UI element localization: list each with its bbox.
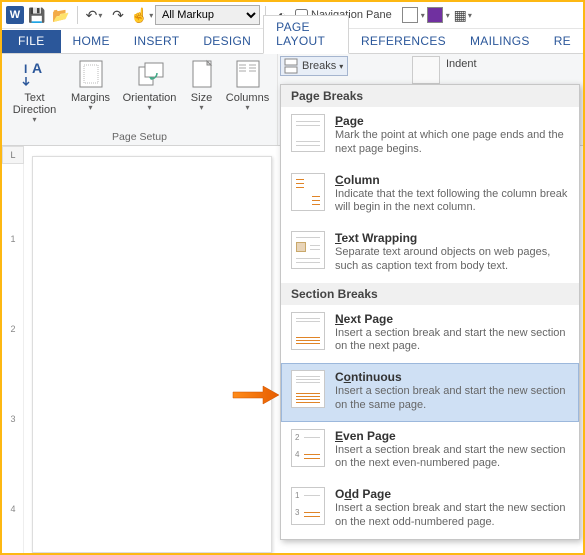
menu-section-page-breaks: Page Breaks [281,85,579,107]
menu-title: Next Page [335,312,569,326]
separator [77,6,78,24]
menu-title: Even Page [335,429,569,443]
menu-title: Column [335,173,569,187]
breaks-label: Breaks [302,60,336,72]
menu-desc: Separate text around objects on web page… [335,246,569,274]
ruler-mark: 1 [2,234,24,244]
menu-item-odd-page[interactable]: 13 Odd PageInsert a section break and st… [281,480,579,539]
size-button[interactable]: Size▾ [182,56,222,113]
vertical-ruler: 1 2 3 4 [2,164,24,553]
menu-item-even-page[interactable]: 24 Even PageInsert a section break and s… [281,422,579,481]
word-app-icon: W [6,6,24,24]
menu-section-section-breaks: Section Breaks [281,283,579,305]
document-page[interactable] [32,156,272,553]
group-page-setup-label: Page Setup [112,131,167,145]
touch-mode-icon[interactable]: ☝▾ [131,4,153,26]
menu-item-page[interactable]: PageMark the point at which one page end… [281,107,579,166]
menu-desc: Mark the point at which one page ends an… [335,129,569,157]
text-direction-icon: IA [19,58,51,90]
even-page-icon: 24 [291,429,325,467]
menu-desc: Insert a section break and start the new… [335,444,569,472]
save-icon[interactable]: 💾 [26,4,48,26]
tab-review-partial: RE [542,30,583,53]
tab-file[interactable]: FILE [2,30,61,53]
margins-button[interactable]: Margins▾ [64,56,118,113]
shading-swatch[interactable] [402,7,418,23]
text-wrapping-icon [291,231,325,269]
ruler-mark: 2 [2,324,24,334]
paragraph-icon [412,56,440,84]
borders-icon[interactable]: ▦▾ [452,4,474,26]
size-icon [186,58,218,90]
menu-title: Text Wrapping [335,231,569,245]
svg-text:A: A [32,60,42,76]
orientation-button[interactable]: Orientation▾ [120,56,180,113]
menu-item-next-page[interactable]: Next PageInsert a section break and star… [281,305,579,364]
tab-references[interactable]: REFERENCES [349,30,458,53]
word-window: W 💾 📂 ↶▾ ↷ ☝▾ All Markup ◐ Navigation Pa… [0,0,585,555]
menu-title: Page [335,114,569,128]
breaks-icon [283,58,299,74]
column-break-icon [291,173,325,211]
chevron-down-icon: ▾ [339,62,343,71]
page-break-icon [291,114,325,152]
markup-dropdown[interactable]: All Markup [155,5,260,25]
tab-page-layout[interactable]: PAGE LAYOUT [263,15,349,54]
tab-design[interactable]: DESIGN [191,30,263,53]
menu-item-continuous[interactable]: ContinuousInsert a section break and sta… [281,363,579,422]
text-direction-label: Text Direction [8,92,62,116]
columns-icon [232,58,264,90]
breaks-menu: Page Breaks PageMark the point at which … [280,84,580,540]
next-page-icon [291,312,325,350]
columns-button[interactable]: Columns▾ [224,56,272,113]
ruler-mark: 4 [2,504,24,514]
menu-title: Odd Page [335,487,569,501]
open-icon[interactable]: 📂 [50,4,72,26]
continuous-icon [291,370,325,408]
indent-group: Indent [412,54,477,84]
ribbon-tabs: FILE HOME INSERT DESIGN PAGE LAYOUT REFE… [2,29,583,54]
ruler-corner[interactable]: L [2,146,24,164]
menu-item-text-wrapping[interactable]: Text WrappingSeparate text around object… [281,224,579,283]
tab-home[interactable]: HOME [61,30,122,53]
tab-insert[interactable]: INSERT [122,30,192,53]
menu-desc: Insert a section break and start the new… [335,385,569,413]
undo-icon[interactable]: ↶▾ [83,4,105,26]
menu-item-column[interactable]: ColumnIndicate that the text following t… [281,166,579,225]
redo-icon[interactable]: ↷ [107,4,129,26]
breaks-button[interactable]: Breaks ▾ [280,56,348,76]
ruler-mark: 3 [2,414,24,424]
highlight-swatch[interactable] [427,7,443,23]
odd-page-icon: 13 [291,487,325,525]
svg-text:I: I [24,62,27,76]
menu-desc: Insert a section break and start the new… [335,502,569,530]
menu-desc: Insert a section break and start the new… [335,327,569,355]
orientation-icon [134,58,166,90]
tab-mailings[interactable]: MAILINGS [458,30,542,53]
text-direction-button[interactable]: IA Text Direction▾ [8,56,62,125]
margins-icon [75,58,107,90]
indent-label: Indent [446,56,477,70]
menu-title: Continuous [335,370,569,384]
menu-desc: Indicate that the text following the col… [335,188,569,216]
